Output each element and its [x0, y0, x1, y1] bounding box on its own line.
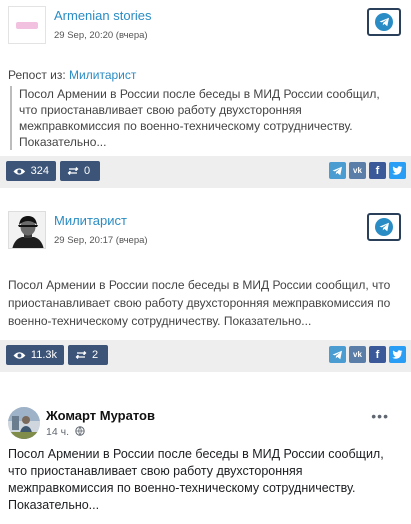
channel-name[interactable]: Armenian stories	[54, 8, 152, 23]
twitter-icon	[392, 350, 403, 359]
repost-source-link[interactable]: Милитарист	[69, 68, 136, 82]
globe-icon	[75, 426, 85, 439]
reposts-count: 0	[84, 165, 91, 177]
share-twitter-button[interactable]	[389, 346, 406, 363]
facebook-icon: f	[375, 348, 380, 361]
post-header: Armenian stories 29 Sep, 20:20 (вчера)	[0, 0, 411, 48]
share-vk-button[interactable]: vk	[349, 162, 366, 179]
telegram-button[interactable]	[367, 8, 401, 36]
repost-icon	[75, 351, 87, 359]
post-text: Посол Армении в России после беседы в МИ…	[8, 278, 391, 328]
channel-name[interactable]: Милитарист	[54, 213, 127, 228]
channel-avatar[interactable]	[8, 6, 46, 44]
author-avatar[interactable]	[8, 407, 40, 439]
post-header: Милитарист 29 Sep, 20:17 (вчера)	[0, 205, 411, 253]
post-card-armenian-stories: Armenian stories 29 Sep, 20:20 (вчера) Р…	[0, 0, 411, 188]
telegram-icon	[375, 13, 393, 31]
author-name[interactable]: Жомарт Муратов	[46, 408, 155, 423]
post-timestamp[interactable]: 14 ч.	[46, 426, 69, 438]
reposts-count: 2	[92, 349, 99, 361]
avatar-logo-icon	[16, 22, 38, 29]
twitter-icon	[392, 166, 403, 175]
share-twitter-button[interactable]	[389, 162, 406, 179]
vk-icon: vk	[353, 166, 362, 175]
views-badge[interactable]: 324	[6, 161, 56, 181]
repost-icon	[67, 167, 79, 175]
facebook-post-card: Жомарт Муратов 14 ч. ••• Посол Армении в…	[0, 395, 411, 524]
views-count: 324	[30, 165, 49, 177]
telegram-icon	[332, 166, 342, 175]
post-text: Посол Армении в России после беседы в МИ…	[8, 447, 384, 512]
more-options-icon[interactable]: •••	[371, 408, 389, 424]
telegram-button[interactable]	[367, 213, 401, 241]
post-timestamp: 29 Sep, 20:20 (вчера)	[54, 30, 148, 41]
telegram-icon	[375, 218, 393, 236]
telegram-icon	[332, 350, 342, 359]
share-facebook-button[interactable]: f	[369, 162, 386, 179]
post-timestamp: 29 Sep, 20:17 (вчера)	[54, 235, 148, 246]
post-text: Посол Армении в России после беседы в МИ…	[10, 86, 400, 150]
post-footer: 324 0 vk f	[0, 156, 411, 188]
share-vk-button[interactable]: vk	[349, 346, 366, 363]
channel-avatar[interactable]	[8, 211, 46, 249]
reposts-badge[interactable]: 2	[68, 345, 108, 365]
views-badge[interactable]: 11.3k	[6, 345, 64, 365]
share-telegram-button[interactable]	[329, 162, 346, 179]
views-count: 11.3k	[30, 349, 57, 361]
repost-label: Репост из:	[8, 68, 66, 82]
reposts-badge[interactable]: 0	[60, 161, 100, 181]
post-footer: 11.3k 2 vk f	[0, 340, 411, 372]
author-photo-icon	[8, 407, 40, 439]
repost-line: Репост из: Милитарист	[8, 68, 136, 82]
militarist-avatar-icon	[9, 212, 45, 248]
facebook-icon: f	[375, 164, 380, 177]
post-card-militarist: Милитарист 29 Sep, 20:17 (вчера) Посол А…	[0, 205, 411, 372]
eye-icon	[13, 167, 26, 175]
eye-icon	[13, 351, 26, 359]
share-facebook-button[interactable]: f	[369, 346, 386, 363]
share-telegram-button[interactable]	[329, 346, 346, 363]
vk-icon: vk	[353, 350, 362, 359]
post-meta: 14 ч.	[46, 426, 85, 439]
